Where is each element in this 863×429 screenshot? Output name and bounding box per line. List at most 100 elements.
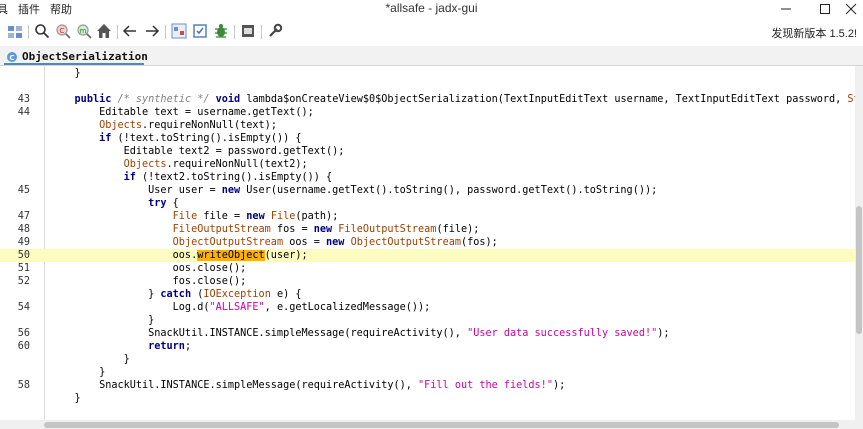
line-number: 50 bbox=[17, 250, 30, 261]
code-line[interactable]: 49 ObjectOutputStream oos = new ObjectOu… bbox=[0, 236, 855, 249]
new-version-notice[interactable]: 发现新版本 1.5.2! bbox=[771, 25, 857, 41]
code-token: public bbox=[74, 94, 112, 105]
code-line-highlighted[interactable]: 50 oos.writeObject(user); bbox=[0, 249, 855, 262]
vertical-scrollbar[interactable] bbox=[855, 66, 863, 420]
code-text[interactable]: oos.writeObject(user); bbox=[50, 249, 308, 262]
code-text[interactable]: public /* synthetic */ void lambda$onCre… bbox=[50, 93, 855, 106]
code-text[interactable]: User user = new User(username.getText().… bbox=[50, 184, 657, 197]
code-token: } bbox=[50, 393, 81, 404]
vertical-scroll-thumb[interactable] bbox=[856, 206, 862, 334]
home-icon[interactable] bbox=[96, 23, 112, 39]
line-number: 60 bbox=[17, 341, 30, 352]
code-text[interactable]: Editable text2 = password.getText(); bbox=[50, 145, 345, 158]
code-text[interactable]: SnackUtil.INSTANCE.simpleMessage(require… bbox=[50, 327, 670, 340]
code-line[interactable]: 45 User user = new User(username.getText… bbox=[0, 184, 855, 197]
code-line[interactable]: 60 return; bbox=[0, 340, 855, 353]
code-text[interactable]: } bbox=[50, 353, 130, 366]
code-line[interactable]: } bbox=[0, 314, 855, 327]
code-line[interactable]: } bbox=[0, 366, 855, 379]
code-token: } bbox=[50, 354, 130, 365]
window-title: *allsafe - jadx-gui bbox=[385, 1, 478, 15]
code-token: try bbox=[148, 198, 167, 209]
settings-icon[interactable] bbox=[267, 23, 283, 39]
code-line[interactable]: Objects.requireNonNull(text2); bbox=[0, 158, 855, 171]
code-text[interactable]: FileOutputStream fos = new FileOutputStr… bbox=[50, 223, 480, 236]
code-line[interactable]: Objects.requireNonNull(text); bbox=[0, 119, 855, 132]
deobfuscation-icon[interactable] bbox=[171, 23, 187, 39]
code-text[interactable]: File file = new File(path); bbox=[50, 210, 339, 223]
code-line[interactable]: 47 File file = new File(path); bbox=[0, 210, 855, 223]
toolbar-separator bbox=[261, 25, 262, 39]
code-text[interactable]: return; bbox=[50, 340, 191, 353]
code-text[interactable]: } bbox=[50, 314, 154, 327]
code-text[interactable]: Objects.requireNonNull(text2); bbox=[50, 158, 308, 171]
sync-icon[interactable] bbox=[192, 23, 208, 39]
code-text[interactable]: } bbox=[50, 392, 81, 405]
active-tab-indicator bbox=[4, 63, 144, 65]
code-token: oos.close(); bbox=[50, 263, 247, 274]
search-icon[interactable] bbox=[34, 23, 50, 39]
horizontal-scrollbar[interactable] bbox=[0, 420, 863, 429]
code-token: new bbox=[313, 224, 333, 235]
code-text[interactable]: fos.close(); bbox=[50, 275, 247, 288]
code-token: ); bbox=[657, 328, 670, 339]
code-line[interactable]: 56 SnackUtil.INSTANCE.simpleMessage(requ… bbox=[0, 327, 855, 340]
code-token: (user); bbox=[264, 250, 308, 261]
code-line[interactable]: try { bbox=[0, 197, 855, 210]
back-icon[interactable] bbox=[122, 23, 138, 39]
code-token: , e.getLocalizedMessage()); bbox=[264, 302, 431, 313]
code-text[interactable]: if (!text.toString().isEmpty()) { bbox=[50, 132, 301, 145]
search-usage-icon[interactable]: m bbox=[76, 23, 92, 39]
log-icon[interactable] bbox=[240, 23, 256, 39]
minimize-button[interactable] bbox=[764, 0, 808, 17]
svg-text:m: m bbox=[80, 27, 87, 35]
code-line[interactable]: } catch (IOException e) { bbox=[0, 288, 855, 301]
line-number: 52 bbox=[17, 276, 30, 287]
code-line[interactable]: } bbox=[0, 392, 855, 405]
code-text[interactable]: Objects.requireNonNull(text); bbox=[50, 119, 277, 132]
code-line[interactable]: if (!text.toString().isEmpty()) { bbox=[0, 132, 855, 145]
decompile-icon[interactable] bbox=[213, 23, 229, 39]
code-line[interactable]: 52 fos.close(); bbox=[0, 275, 855, 288]
code-text[interactable]: if (!text2.toString().isEmpty()) { bbox=[50, 171, 333, 184]
code-token: ObjectOutputStream bbox=[172, 237, 284, 248]
code-token: Editable text = username.getText(); bbox=[50, 107, 314, 118]
code-text[interactable]: } bbox=[50, 366, 105, 379]
code-line[interactable]: 54 Log.d("ALLSAFE", e.getLocalizedMessag… bbox=[0, 301, 855, 314]
code-text[interactable]: ObjectOutputStream oos = new ObjectOutpu… bbox=[50, 236, 498, 249]
tab-label: ObjectSerialization bbox=[22, 50, 148, 63]
code-token: ( bbox=[191, 289, 204, 300]
code-line[interactable]: Editable text2 = password.getText(); bbox=[0, 145, 855, 158]
code-line[interactable]: 43 public /* synthetic */ void lambda$on… bbox=[0, 93, 855, 106]
line-number: 54 bbox=[17, 302, 30, 313]
horizontal-scroll-thumb[interactable] bbox=[44, 422, 839, 428]
code-text[interactable]: oos.close(); bbox=[50, 262, 247, 275]
code-token: lambda$onCreateView$0$ObjectSerializatio… bbox=[240, 94, 848, 105]
code-text[interactable]: try { bbox=[50, 197, 179, 210]
code-line[interactable]: 58 SnackUtil.INSTANCE.simpleMessage(requ… bbox=[0, 379, 855, 392]
code-text[interactable]: SnackUtil.INSTANCE.simpleMessage(require… bbox=[50, 379, 565, 392]
code-text[interactable]: Log.d("ALLSAFE", e.getLocalizedMessage()… bbox=[50, 301, 431, 314]
code-token: Log.d( bbox=[50, 302, 210, 313]
code-line[interactable]: 51 oos.close(); bbox=[0, 262, 855, 275]
forward-icon[interactable] bbox=[144, 23, 160, 39]
code-text[interactable]: Editable text = username.getText(); bbox=[50, 106, 314, 119]
code-text[interactable]: } catch (IOException e) { bbox=[50, 288, 301, 301]
search-class-icon[interactable]: C bbox=[55, 23, 71, 39]
code-line[interactable] bbox=[0, 80, 855, 93]
code-token: return bbox=[148, 341, 185, 352]
open-project-icon[interactable] bbox=[7, 23, 23, 39]
code-line[interactable]: } bbox=[0, 353, 855, 366]
toolbar-separator bbox=[28, 25, 29, 39]
code-editor[interactable]: } 43 public /* synthetic */ void lambda$o… bbox=[0, 66, 855, 420]
code-line[interactable]: 44 Editable text = username.getText(); bbox=[0, 106, 855, 119]
code-line[interactable]: 48 FileOutputStream fos = new FileOutput… bbox=[0, 223, 855, 236]
close-button[interactable] bbox=[829, 0, 863, 17]
code-token: new bbox=[246, 211, 265, 222]
code-line[interactable]: if (!text2.toString().isEmpty()) { bbox=[0, 171, 855, 184]
code-text[interactable]: } bbox=[50, 67, 81, 80]
toolbar-separator bbox=[234, 25, 235, 39]
code-token: FileOutputStream bbox=[338, 224, 437, 235]
code-line[interactable]: } bbox=[0, 67, 855, 80]
